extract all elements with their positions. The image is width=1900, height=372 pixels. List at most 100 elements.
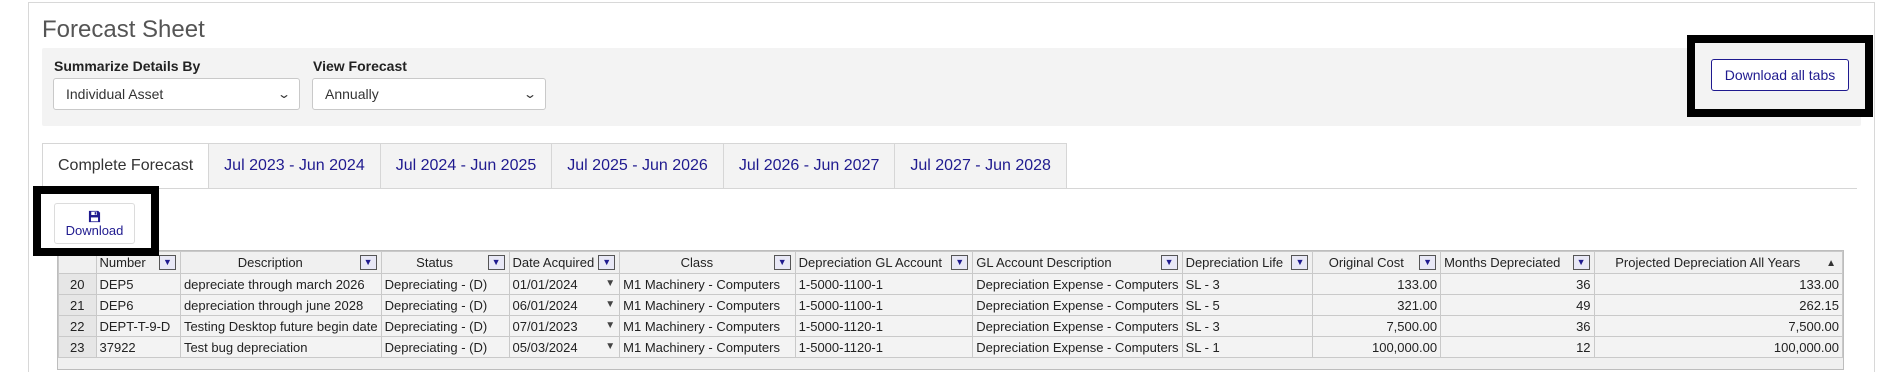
download-button[interactable]: Download bbox=[54, 203, 135, 244]
tab-jul-2026-jun-2027[interactable]: Jul 2026 - Jun 2027 bbox=[723, 143, 896, 189]
filter-dropdown-icon[interactable]: ▼ bbox=[487, 255, 505, 270]
sort-up-icon[interactable]: ▲ bbox=[1826, 254, 1836, 273]
forecast-tabs: Complete Forecast Jul 2023 - Jun 2024 Ju… bbox=[42, 143, 1067, 189]
dropdown-arrow-icon[interactable]: ▼ bbox=[605, 296, 615, 315]
cell-gl-account[interactable]: 1-5000-1100-1 bbox=[794, 273, 974, 295]
column-header-projected-depreciation[interactable]: Projected Depreciation All Years ▲ bbox=[1593, 251, 1843, 274]
cell-class[interactable]: M1 Machinery - Computers bbox=[619, 315, 796, 337]
column-header-date-acquired[interactable]: Date Acquired ▼ bbox=[508, 251, 621, 274]
cell-description[interactable]: depreciation through june 2028 bbox=[179, 294, 382, 316]
table-row[interactable]: 21 DEP6 depreciation through june 2028 D… bbox=[58, 294, 1843, 316]
filter-dropdown-icon[interactable]: ▼ bbox=[1419, 255, 1437, 270]
summarize-select[interactable]: Individual Asset ⌄ bbox=[53, 78, 300, 110]
cell-depreciation-life[interactable]: SL - 3 bbox=[1181, 315, 1314, 337]
column-label: Class bbox=[680, 255, 714, 270]
column-label: Number bbox=[99, 255, 146, 270]
cell-date-acquired[interactable]: 05/03/2024 ▼ bbox=[508, 336, 621, 358]
tab-jul-2024-jun-2025[interactable]: Jul 2024 - Jun 2025 bbox=[380, 143, 553, 189]
download-all-tabs-button[interactable]: Download all tabs bbox=[1711, 59, 1849, 91]
column-label: Date Acquired bbox=[512, 255, 595, 270]
filter-dropdown-icon[interactable]: ▼ bbox=[951, 255, 969, 270]
row-number: 22 bbox=[58, 315, 97, 337]
cell-status[interactable]: Depreciating - (D) bbox=[380, 336, 510, 358]
tab-jul-2025-jun-2026[interactable]: Jul 2025 - Jun 2026 bbox=[552, 143, 724, 189]
filter-dropdown-icon[interactable]: ▼ bbox=[158, 255, 176, 270]
cell-original-cost[interactable]: 7,500.00 bbox=[1312, 315, 1442, 337]
cell-status[interactable]: Depreciating - (D) bbox=[380, 273, 510, 295]
cell-number[interactable]: DEPT-T-9-D bbox=[95, 315, 181, 337]
cell-months-depreciated[interactable]: 12 bbox=[1440, 336, 1595, 358]
cell-gl-description[interactable]: Depreciation Expense - Computers bbox=[972, 294, 1183, 316]
column-header-months-depreciated[interactable]: Months Depreciated ▼ bbox=[1440, 251, 1595, 274]
dropdown-arrow-icon[interactable]: ▼ bbox=[605, 317, 615, 336]
column-header-original-cost[interactable]: Original Cost ▼ bbox=[1312, 251, 1442, 274]
date-value: 07/01/2023 bbox=[512, 318, 578, 334]
filter-dropdown-icon[interactable]: ▼ bbox=[1160, 255, 1178, 270]
table-row[interactable]: 23 37922 Test bug depreciation Depreciat… bbox=[58, 336, 1843, 358]
column-header-class[interactable]: Class ▼ bbox=[619, 251, 796, 274]
table-row[interactable]: 20 DEP5 depreciate through march 2026 De… bbox=[58, 273, 1843, 295]
cell-depreciation-life[interactable]: SL - 5 bbox=[1181, 294, 1314, 316]
cell-date-acquired[interactable]: 06/01/2024 ▼ bbox=[508, 294, 621, 316]
view-forecast-select[interactable]: Annually ⌄ bbox=[312, 78, 546, 110]
cell-gl-account[interactable]: 1-5000-1120-1 bbox=[794, 336, 974, 358]
filter-dropdown-icon[interactable]: ▼ bbox=[1291, 255, 1309, 270]
table-row[interactable]: 22 DEPT-T-9-D Testing Desktop future beg… bbox=[58, 315, 1843, 337]
dropdown-arrow-icon[interactable]: ▼ bbox=[605, 275, 615, 294]
filter-dropdown-icon[interactable]: ▼ bbox=[773, 255, 791, 270]
tab-jul-2023-jun-2024[interactable]: Jul 2023 - Jun 2024 bbox=[209, 143, 381, 189]
column-header-depreciation-life[interactable]: Depreciation Life ▼ bbox=[1181, 251, 1314, 274]
cell-projected-depreciation[interactable]: 100,000.00 bbox=[1593, 336, 1843, 358]
column-header-description[interactable]: Description ▼ bbox=[179, 251, 382, 274]
cell-class[interactable]: M1 Machinery - Computers bbox=[619, 336, 796, 358]
filter-dropdown-icon[interactable]: ▼ bbox=[1572, 255, 1590, 270]
dropdown-arrow-icon[interactable]: ▼ bbox=[605, 338, 615, 357]
cell-description[interactable]: Test bug depreciation bbox=[179, 336, 382, 358]
cell-gl-description[interactable]: Depreciation Expense - Computers bbox=[972, 315, 1183, 337]
column-label: Description bbox=[237, 255, 303, 270]
cell-gl-description[interactable]: Depreciation Expense - Computers bbox=[972, 336, 1183, 358]
cell-projected-depreciation[interactable]: 7,500.00 bbox=[1593, 315, 1843, 337]
cell-class[interactable]: M1 Machinery - Computers bbox=[619, 294, 796, 316]
cell-original-cost[interactable]: 321.00 bbox=[1312, 294, 1442, 316]
view-forecast-label: View Forecast bbox=[313, 58, 407, 74]
cell-status[interactable]: Depreciating - (D) bbox=[380, 315, 510, 337]
column-label: Status bbox=[416, 255, 454, 270]
tab-complete-forecast[interactable]: Complete Forecast bbox=[42, 143, 210, 189]
cell-date-acquired[interactable]: 07/01/2023 ▼ bbox=[508, 315, 621, 337]
filter-bar: Summarize Details By Individual Asset ⌄ … bbox=[42, 48, 1861, 126]
cell-number[interactable]: DEP5 bbox=[95, 273, 181, 295]
cell-original-cost[interactable]: 133.00 bbox=[1312, 273, 1442, 295]
column-label: Depreciation GL Account bbox=[798, 255, 942, 270]
cell-projected-depreciation[interactable]: 133.00 bbox=[1593, 273, 1843, 295]
filter-dropdown-icon[interactable]: ▼ bbox=[359, 255, 377, 270]
cell-number[interactable]: DEP6 bbox=[95, 294, 181, 316]
cell-class[interactable]: M1 Machinery - Computers bbox=[619, 273, 796, 295]
cell-months-depreciated[interactable]: 36 bbox=[1440, 273, 1595, 295]
cell-depreciation-life[interactable]: SL - 3 bbox=[1181, 273, 1314, 295]
cell-description[interactable]: depreciate through march 2026 bbox=[179, 273, 382, 295]
cell-gl-account[interactable]: 1-5000-1100-1 bbox=[794, 294, 974, 316]
date-value: 01/01/2024 bbox=[512, 276, 578, 292]
column-header-gl-account-description[interactable]: GL Account Description ▼ bbox=[972, 251, 1183, 274]
cell-gl-description[interactable]: Depreciation Expense - Computers bbox=[972, 273, 1183, 295]
cell-number[interactable]: 37922 bbox=[95, 336, 181, 358]
cell-status[interactable]: Depreciating - (D) bbox=[380, 294, 510, 316]
column-label: Months Depreciated bbox=[1444, 255, 1561, 270]
column-header-status[interactable]: Status ▼ bbox=[380, 251, 510, 274]
chevron-down-icon: ⌄ bbox=[276, 87, 292, 101]
column-label: GL Account Description bbox=[976, 255, 1112, 270]
cell-date-acquired[interactable]: 01/01/2024 ▼ bbox=[508, 273, 621, 295]
cell-months-depreciated[interactable]: 36 bbox=[1440, 315, 1595, 337]
tab-divider bbox=[42, 188, 1857, 189]
tab-jul-2027-jun-2028[interactable]: Jul 2027 - Jun 2028 bbox=[895, 143, 1067, 189]
cell-original-cost[interactable]: 100,000.00 bbox=[1312, 336, 1442, 358]
column-label: Original Cost bbox=[1328, 255, 1404, 270]
filter-dropdown-icon[interactable]: ▼ bbox=[598, 255, 616, 270]
cell-description[interactable]: Testing Desktop future begin date bbox=[179, 315, 382, 337]
cell-months-depreciated[interactable]: 49 bbox=[1440, 294, 1595, 316]
cell-depreciation-life[interactable]: SL - 1 bbox=[1181, 336, 1314, 358]
cell-gl-account[interactable]: 1-5000-1120-1 bbox=[794, 315, 974, 337]
cell-projected-depreciation[interactable]: 262.15 bbox=[1593, 294, 1843, 316]
column-header-depreciation-gl-account[interactable]: Depreciation GL Account ▼ bbox=[794, 251, 974, 274]
